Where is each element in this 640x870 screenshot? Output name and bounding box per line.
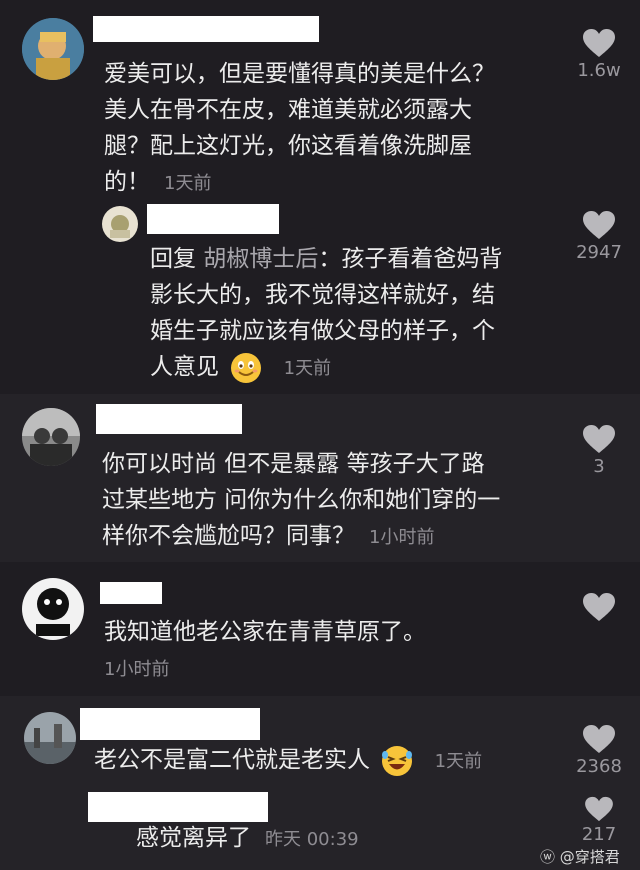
avatar[interactable] [24,712,76,764]
like-count: 217 [581,824,617,845]
comment-time-row: 1小时前 [90,650,169,688]
like-button[interactable]: 3 [564,424,634,477]
like-count: 2947 [576,242,622,263]
avatar-image-icon [22,408,80,466]
like-button[interactable]: 1.6w [564,28,634,81]
comment-time: 1小时前 [369,527,435,548]
avatar[interactable] [22,408,80,466]
like-button[interactable] [564,592,634,624]
redacted-username [100,582,162,604]
comment-panel-4: 老公不是富二代就是老实人 1天前 2368 感觉离异了 昨天 00:39 217 [0,696,640,870]
like-button[interactable]: 2368 [564,724,634,777]
reply-time: 昨天 00:39 [265,829,359,850]
heart-icon [583,425,615,453]
reply-to-user[interactable]: 胡椒博士后 [203,246,318,272]
redacted-username [96,404,242,434]
reply-text: 感觉离异了 昨天 00:39 [136,825,359,851]
comment-text: 老公不是富二代就是老实人 1天前 [94,742,564,780]
weibo-watermark: ⓦ @穿搭君 [540,846,620,867]
redacted-username [80,708,260,740]
redacted-username [93,16,319,42]
heart-icon [583,211,615,239]
redacted-username [147,204,279,234]
heart-icon [583,593,615,621]
reply-avatar[interactable] [102,206,138,242]
heart-icon [583,725,615,753]
avatar-image-icon [24,712,76,764]
comment-panel-1: 爱美可以，但是要懂得真的美是什么？ 美人在骨不在皮，难道美就必须露大 腿？配上这… [0,0,640,390]
comment-text: 你可以时尚 但不是暴露 等孩子大了路 过某些地方 问你为什么你和她们穿的一 样你… [102,451,501,549]
reply-text: 回复 胡椒博士后：孩子看着爸妈背 影长大的，我不觉得这样就好，结 婚生子就应该有… [150,241,570,387]
heart-icon [585,796,613,822]
like-count: 1.6w [577,60,621,81]
avatar[interactable] [22,18,84,80]
smile-emoji-icon [231,352,262,383]
comment-time: 1天前 [434,751,483,772]
avatar-image-icon [22,18,84,80]
heart-icon [583,29,615,57]
watermark-text: @穿搭君 [559,848,620,866]
reply-time: 1天前 [283,358,332,379]
redacted-username [88,792,268,822]
like-button[interactable]: 2947 [564,210,634,263]
comment-panel-3: 我知道他老公家在青青草原了。 1小时前 [0,566,640,692]
laughing-emoji-icon [382,745,413,776]
weibo-icon: ⓦ [540,848,556,866]
comment-text: 我知道他老公家在青青草原了。 [104,619,426,645]
comment-time: 1天前 [164,173,212,194]
comment-text: 爱美可以，但是要懂得真的美是什么？ 美人在骨不在皮，难道美就必须露大 腿？配上这… [104,61,495,195]
comment-panel-2: 你可以时尚 但不是暴露 等孩子大了路 过某些地方 问你为什么你和她们穿的一 样你… [0,394,640,562]
like-count: 2368 [576,756,622,777]
avatar[interactable] [22,578,84,640]
avatar-image-icon [22,578,84,640]
avatar-image-icon [102,206,138,242]
like-count: 3 [593,456,605,477]
like-button[interactable]: 217 [564,796,634,845]
comment-time: 1小时前 [104,659,170,680]
